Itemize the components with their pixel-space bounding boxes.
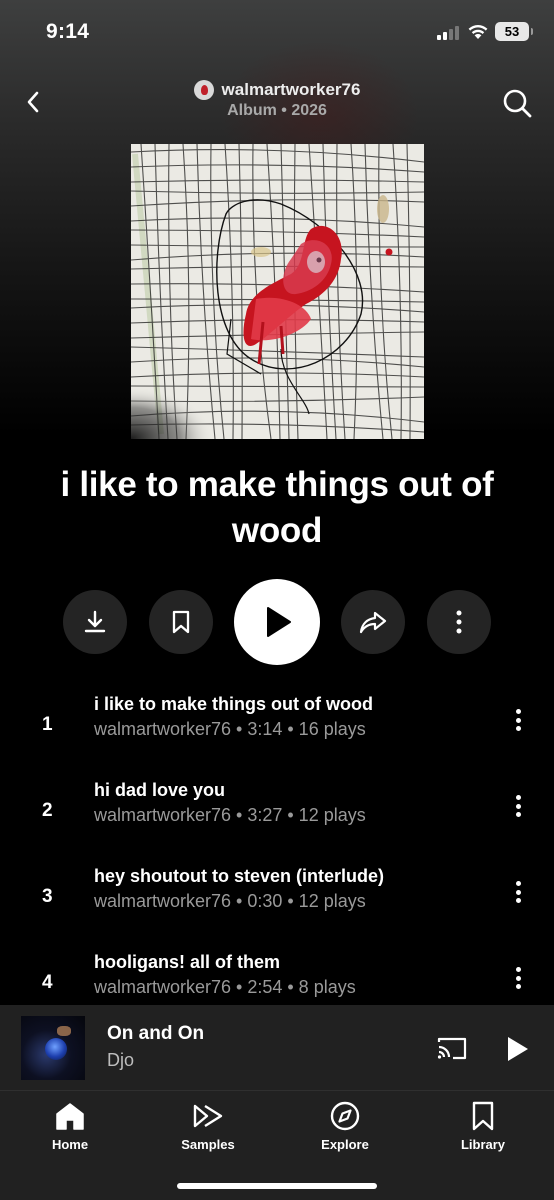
share-icon	[359, 611, 387, 634]
cast-icon	[437, 1037, 467, 1060]
nav-samples-label: Samples	[181, 1137, 235, 1152]
nav-library-label: Library	[460, 1137, 506, 1152]
cast-button[interactable]	[436, 1035, 468, 1061]
battery-indicator: 53	[495, 22, 533, 41]
artist-avatar	[193, 80, 214, 100]
track-title: hey shoutout to steven (interlude)	[94, 866, 385, 886]
status-time: 9:14	[46, 20, 90, 43]
track-row[interactable]: 1 i like to make things out of wood walm…	[0, 694, 554, 754]
play-icon	[508, 1037, 528, 1061]
track-row[interactable]: 4 hooligans! all of them walmartworker76…	[0, 952, 554, 1012]
save-to-library-button[interactable]	[149, 590, 213, 654]
nav-samples[interactable]: Samples	[158, 1099, 258, 1152]
track-number: 3	[42, 886, 53, 907]
compass-icon	[330, 1101, 360, 1131]
play-icon	[267, 607, 291, 637]
artist-link[interactable]: walmartworker76	[0, 80, 554, 100]
now-playing-artist: Djo	[107, 1050, 135, 1070]
home-indicator	[177, 1183, 377, 1189]
play-album-button[interactable]	[234, 579, 320, 665]
track-meta: walmartworker76 • 2:54 • 8 plays	[94, 977, 356, 997]
album-type-year: Album • 2026	[227, 102, 327, 119]
download-button[interactable]	[63, 590, 127, 654]
album-cover	[131, 144, 424, 439]
now-playing-title: On and On	[107, 1023, 205, 1044]
track-title: i like to make things out of wood	[94, 694, 374, 714]
track-title: hooligans! all of them	[94, 952, 281, 972]
track-title: hi dad love you	[94, 780, 226, 800]
nav-home-label: Home	[51, 1137, 89, 1152]
track-row[interactable]: 2 hi dad love you walmartworker76 • 3:27…	[0, 780, 554, 840]
wifi-icon	[468, 24, 488, 39]
nav-explore[interactable]: Explore	[295, 1099, 395, 1152]
samples-icon	[193, 1104, 223, 1128]
more-vertical-icon	[456, 610, 462, 634]
nav-home[interactable]: Home	[20, 1099, 120, 1152]
album-header: walmartworker76 Album • 2026	[0, 80, 554, 120]
download-icon	[84, 610, 106, 633]
library-icon	[472, 1101, 494, 1131]
search-icon	[503, 89, 532, 118]
track-meta: walmartworker76 • 3:14 • 16 plays	[94, 719, 366, 739]
track-more-button[interactable]	[508, 964, 528, 992]
bookmark-icon	[172, 610, 190, 634]
track-more-button[interactable]	[508, 878, 528, 906]
track-meta: walmartworker76 • 3:27 • 12 plays	[94, 805, 366, 825]
share-button[interactable]	[341, 590, 405, 654]
now-playing-artwork	[21, 1016, 85, 1080]
header-artist-name: walmartworker76	[221, 80, 361, 99]
track-number: 4	[42, 972, 53, 993]
track-number: 2	[42, 800, 53, 821]
nav-library[interactable]: Library	[433, 1099, 533, 1152]
track-more-button[interactable]	[508, 792, 528, 820]
battery-level: 53	[504, 24, 520, 39]
cellular-signal-icon	[437, 26, 459, 40]
mini-player[interactable]: On and On Djo	[0, 1005, 554, 1090]
nav-explore-label: Explore	[321, 1137, 369, 1152]
album-title: i like to make things out of wood	[60, 465, 494, 550]
track-number: 1	[42, 714, 53, 735]
track-row[interactable]: 3 hey shoutout to steven (interlude) wal…	[0, 866, 554, 926]
search-button[interactable]	[500, 86, 534, 120]
more-options-button[interactable]	[427, 590, 491, 654]
status-bar: 9:14 53	[0, 0, 554, 66]
track-meta: walmartworker76 • 0:30 • 12 plays	[94, 891, 366, 911]
track-more-button[interactable]	[508, 706, 528, 734]
home-icon	[56, 1103, 84, 1130]
mini-play-button[interactable]	[503, 1035, 531, 1063]
